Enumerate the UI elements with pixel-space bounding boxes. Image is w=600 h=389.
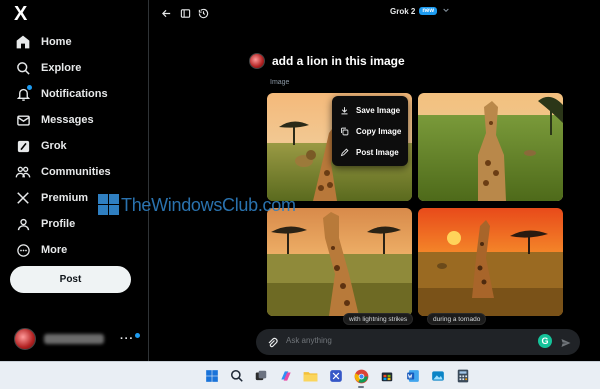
sidebar-item-label: Profile [41, 218, 76, 230]
sidebar-item-notifications[interactable]: Notifications [8, 82, 108, 106]
sidebar-item-communities[interactable]: Communities [8, 160, 111, 184]
grok-icon [14, 137, 32, 155]
search-icon[interactable] [229, 368, 245, 384]
file-explorer-icon[interactable] [302, 368, 318, 384]
windows-start-icon[interactable] [204, 368, 220, 384]
history-icon[interactable] [196, 6, 210, 20]
person-icon [14, 215, 32, 233]
chat-input-placeholder: Ask anything [286, 336, 332, 345]
chat-input[interactable]: Ask anything G [256, 329, 580, 355]
save-image-icon [339, 106, 349, 116]
image-label: Image [270, 79, 290, 86]
menu-item-label: Post Image [356, 148, 399, 157]
watermark-logo [97, 192, 121, 218]
sidebar-item-label: Communities [41, 166, 111, 178]
photos-icon[interactable] [430, 368, 446, 384]
sidebar-item-grok[interactable]: Grok [8, 134, 67, 158]
copilot-icon[interactable] [278, 368, 294, 384]
user-prompt: add a lion in this image [249, 53, 405, 69]
windows-taskbar [0, 361, 600, 389]
watermark: TheWindowsClub.com [97, 192, 296, 218]
search-icon [14, 59, 32, 77]
post-image-icon [339, 148, 349, 158]
sidebar-item-label: Home [41, 36, 72, 48]
sidebar-item-label: Grok [41, 140, 67, 152]
task-view-icon[interactable] [253, 368, 269, 384]
new-badge: new [419, 7, 438, 15]
post-button[interactable]: Post [10, 266, 131, 293]
sidebar: X Home Explore Notifications Messages Gr… [0, 0, 149, 361]
post-image-menu-item[interactable]: Post Image [332, 142, 408, 163]
topbar: Grok 2 new [150, 0, 600, 26]
avatar [14, 328, 36, 350]
model-name: Grok 2 [390, 6, 416, 16]
more-circle-icon [14, 241, 32, 259]
attach-icon[interactable] [266, 336, 278, 348]
menu-item-label: Save Image [356, 106, 401, 115]
sidebar-toggle-icon[interactable] [178, 6, 192, 20]
send-icon[interactable] [560, 336, 572, 348]
mail-icon [14, 111, 32, 129]
sidebar-item-label: Premium [41, 192, 89, 204]
sidebar-item-home[interactable]: Home [8, 30, 72, 54]
sidebar-item-label: Messages [41, 114, 94, 126]
prompt-text: add a lion in this image [272, 54, 405, 68]
x-logo[interactable]: X [14, 2, 38, 26]
home-icon [14, 33, 32, 51]
generated-image-4[interactable] [418, 208, 563, 316]
chrome-icon[interactable] [353, 368, 369, 384]
back-arrow-icon[interactable] [159, 6, 173, 20]
sidebar-item-premium[interactable]: Premium [8, 186, 88, 210]
word-icon[interactable] [405, 368, 421, 384]
sidebar-item-messages[interactable]: Messages [8, 108, 94, 132]
image-context-menu: Save Image Copy Image Post Image [332, 96, 408, 166]
x-logo-icon [14, 189, 32, 207]
suggestion-chip[interactable]: with lightning strikes [343, 313, 414, 325]
people-icon [14, 163, 32, 181]
account-more-icon[interactable]: ··· [120, 333, 134, 345]
sidebar-item-label: Explore [41, 62, 82, 74]
account-switcher[interactable]: ··· [14, 326, 142, 352]
generated-image-2[interactable] [418, 93, 563, 201]
generated-image-3[interactable] [267, 208, 412, 316]
save-image-menu-item[interactable]: Save Image [332, 100, 408, 121]
account-dot [135, 333, 140, 338]
watermark-text: TheWindowsClub.com [121, 194, 296, 215]
active-app-indicator [358, 386, 364, 388]
sidebar-item-profile[interactable]: Profile [8, 212, 75, 236]
store-icon[interactable] [379, 368, 395, 384]
menu-item-label: Copy Image [356, 127, 402, 136]
sidebar-item-label: Notifications [41, 88, 108, 100]
grammarly-icon[interactable]: G [538, 334, 552, 348]
avatar [249, 53, 265, 69]
snipping-tool-icon[interactable] [328, 368, 344, 384]
notification-dot [27, 85, 32, 90]
account-name-blurred [44, 334, 104, 344]
calculator-icon[interactable] [455, 368, 471, 384]
sidebar-item-label: More [41, 244, 68, 256]
sidebar-item-explore[interactable]: Explore [8, 56, 81, 80]
chevron-down-icon [442, 6, 450, 16]
copy-image-menu-item[interactable]: Copy Image [332, 121, 408, 142]
copy-image-icon [339, 127, 349, 137]
sidebar-item-more[interactable]: More [8, 238, 67, 262]
suggestion-chip[interactable]: during a tornado [427, 313, 487, 325]
model-selector[interactable]: Grok 2 new [390, 6, 450, 16]
